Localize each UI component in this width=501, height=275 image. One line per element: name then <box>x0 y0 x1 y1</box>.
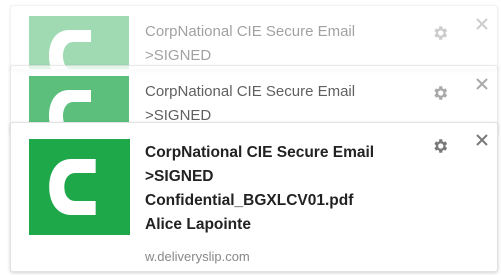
notification-message: >SIGNED <box>145 168 214 185</box>
notification-title: CorpNational CIE Secure Email <box>145 144 375 161</box>
close-icon[interactable] <box>475 17 489 31</box>
notification-title: CorpNational CIE Secure Email <box>145 83 356 100</box>
app-logo-icon <box>29 16 129 69</box>
sender-name: Alice Lapointe <box>145 216 251 233</box>
close-icon[interactable] <box>475 77 489 91</box>
gear-icon[interactable] <box>431 137 449 155</box>
source-domain: w.deliveryslip.com <box>145 249 250 264</box>
notification-card-1[interactable]: CorpNational CIE Secure Email >SIGNED <box>10 5 498 70</box>
gear-icon[interactable] <box>431 84 449 102</box>
app-logo-icon <box>29 139 130 235</box>
gear-icon[interactable] <box>431 24 449 42</box>
notification-card-3[interactable]: CorpNational CIE Secure Email >SIGNED Co… <box>10 122 498 272</box>
attachment-filename: Confidential_BGXLCV01.pdf <box>145 192 354 209</box>
close-icon[interactable] <box>475 133 489 147</box>
notification-title: CorpNational CIE Secure Email <box>145 23 356 40</box>
